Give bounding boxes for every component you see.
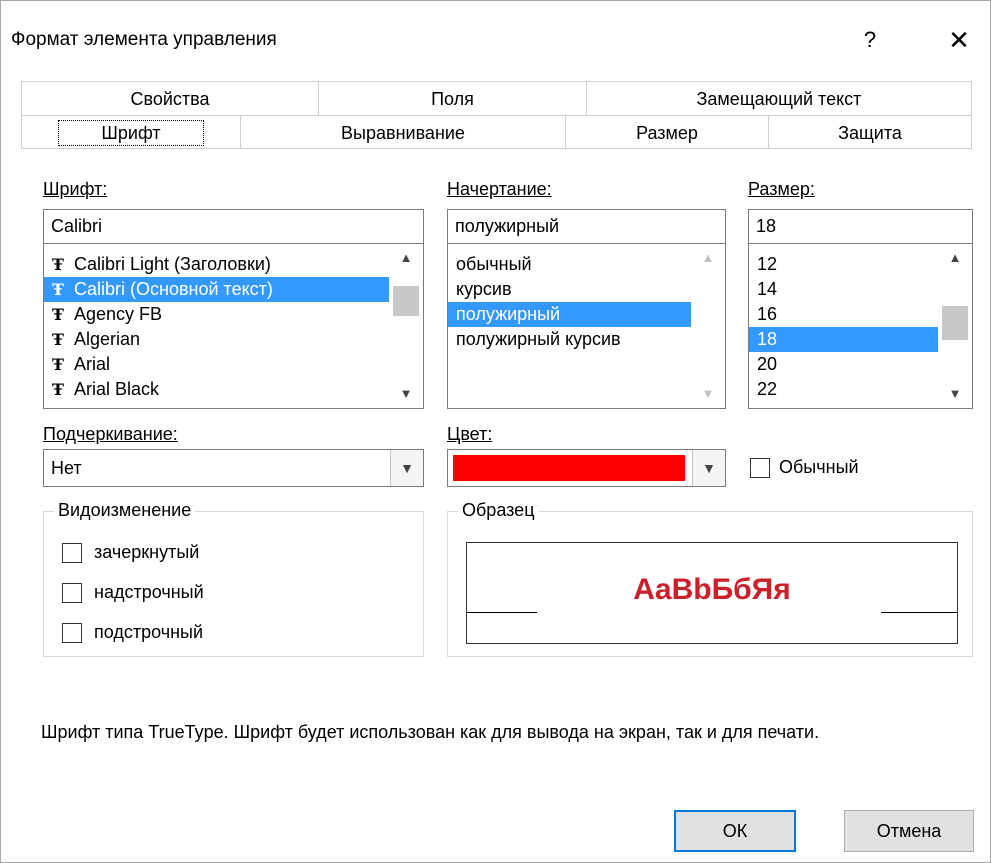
font-list-item[interactable]: Ŧ Arial: [44, 352, 423, 377]
subscript-label: подстрочный: [94, 622, 204, 642]
tab-properties[interactable]: Свойства: [21, 81, 319, 115]
scroll-down-icon[interactable]: ▼: [938, 382, 972, 406]
tab-font[interactable]: Шрифт: [21, 115, 241, 149]
underline-value: Нет: [51, 458, 82, 478]
font-name-input[interactable]: Calibri: [43, 209, 424, 244]
style-list-item[interactable]: обычный: [448, 252, 725, 277]
tab-protection[interactable]: Защита: [769, 115, 972, 149]
cancel-button[interactable]: Отмена: [844, 810, 974, 852]
help-button[interactable]: ?: [855, 23, 885, 57]
sample-preview: AaBbБбЯя: [466, 542, 958, 644]
scroll-up-icon[interactable]: ▲: [691, 246, 725, 270]
tab-alt-text[interactable]: Замещающий текст: [587, 81, 972, 115]
effects-group: Видоизменение зачеркнутый надстрочный по…: [43, 500, 424, 657]
underline-label: Подчеркивание:: [43, 424, 178, 444]
scroll-down-icon[interactable]: ▼: [389, 382, 423, 406]
font-list-item[interactable]: Ŧ Calibri Light (Заголовки): [44, 252, 423, 277]
normal-font-checkbox[interactable]: [750, 458, 770, 478]
dialog-title: Формат элемента управления: [11, 29, 277, 50]
normal-font-label: Обычный: [779, 457, 859, 477]
font-list-item[interactable]: Ŧ Calibri (Основной текст): [44, 277, 423, 302]
sample-group: Образец AaBbБбЯя: [447, 500, 973, 657]
format-control-dialog: Формат элемента управления ? ✕ Свойства …: [0, 0, 991, 863]
strikethrough-label: зачеркнутый: [94, 542, 200, 562]
sample-group-title: Образец: [458, 500, 539, 521]
subscript-checkbox[interactable]: [62, 623, 82, 643]
style-label: Начертание:: [447, 179, 552, 199]
style-list-item[interactable]: полужирный курсив: [448, 327, 725, 352]
scroll-thumb[interactable]: [393, 286, 419, 316]
style-list-item[interactable]: полужирный: [448, 302, 725, 327]
sample-text: AaBbБбЯя: [633, 573, 791, 606]
font-list-item[interactable]: Ŧ Arial Black: [44, 377, 423, 402]
truetype-font-icon: Ŧ: [52, 355, 64, 374]
underline-select[interactable]: Нет ▼: [43, 449, 424, 487]
tab-font-label: Шрифт: [58, 120, 204, 146]
truetype-font-icon: Ŧ: [52, 280, 64, 299]
tab-margins[interactable]: Поля: [319, 81, 587, 115]
size-input[interactable]: 18: [748, 209, 973, 244]
font-listbox[interactable]: Ŧ Calibri Light (Заголовки) Ŧ Calibri (Осн…: [43, 244, 424, 409]
title-bar: Формат элемента управления ? ✕: [1, 1, 990, 79]
strikethrough-checkbox[interactable]: [62, 543, 82, 563]
font-description: Шрифт типа TrueType. Шрифт будет использ…: [41, 722, 820, 742]
style-input[interactable]: полужирный: [447, 209, 726, 244]
tab-size[interactable]: Размер: [566, 115, 769, 149]
style-list-item[interactable]: курсив: [448, 277, 725, 302]
style-list-scrollbar[interactable]: ▲ ▼: [691, 244, 725, 408]
font-list-item[interactable]: Ŧ Algerian: [44, 327, 423, 352]
size-listbox[interactable]: 12 14 16 18 20 22 ▲ ▼: [748, 244, 973, 409]
color-swatch: [453, 455, 685, 481]
sample-baseline-right: [881, 612, 957, 613]
truetype-font-icon: Ŧ: [52, 380, 64, 399]
style-listbox[interactable]: обычный курсив полужирный полужирный кур…: [447, 244, 726, 409]
chevron-down-icon[interactable]: ▼: [692, 450, 725, 486]
superscript-label: надстрочный: [94, 582, 204, 602]
chevron-down-icon[interactable]: ▼: [390, 450, 423, 486]
scroll-down-icon[interactable]: ▼: [691, 382, 725, 406]
tabs-row-top: Свойства Поля Замещающий текст: [21, 81, 972, 115]
ok-button[interactable]: ОК: [674, 810, 796, 852]
scroll-up-icon[interactable]: ▲: [389, 246, 423, 270]
color-select[interactable]: ▼: [447, 449, 726, 487]
close-button[interactable]: ✕: [939, 23, 979, 57]
tab-alignment[interactable]: Выравнивание: [241, 115, 566, 149]
sample-baseline-left: [467, 612, 537, 613]
font-label: Шрифт:: [43, 179, 108, 199]
scroll-up-icon[interactable]: ▲: [938, 246, 972, 270]
truetype-font-icon: Ŧ: [52, 255, 64, 274]
size-label: Размер:: [748, 179, 815, 199]
color-label: Цвет:: [447, 424, 493, 444]
tabs-row-bottom: Шрифт Выравнивание Размер Защита: [21, 115, 972, 149]
font-list-item[interactable]: Ŧ Agency FB: [44, 302, 423, 327]
superscript-checkbox[interactable]: [62, 583, 82, 603]
scroll-thumb[interactable]: [942, 306, 968, 340]
truetype-font-icon: Ŧ: [52, 330, 64, 349]
effects-group-title: Видоизменение: [54, 500, 196, 521]
font-list-scrollbar[interactable]: ▲ ▼: [389, 244, 423, 408]
truetype-font-icon: Ŧ: [52, 305, 64, 324]
size-list-scrollbar[interactable]: ▲ ▼: [938, 244, 972, 408]
